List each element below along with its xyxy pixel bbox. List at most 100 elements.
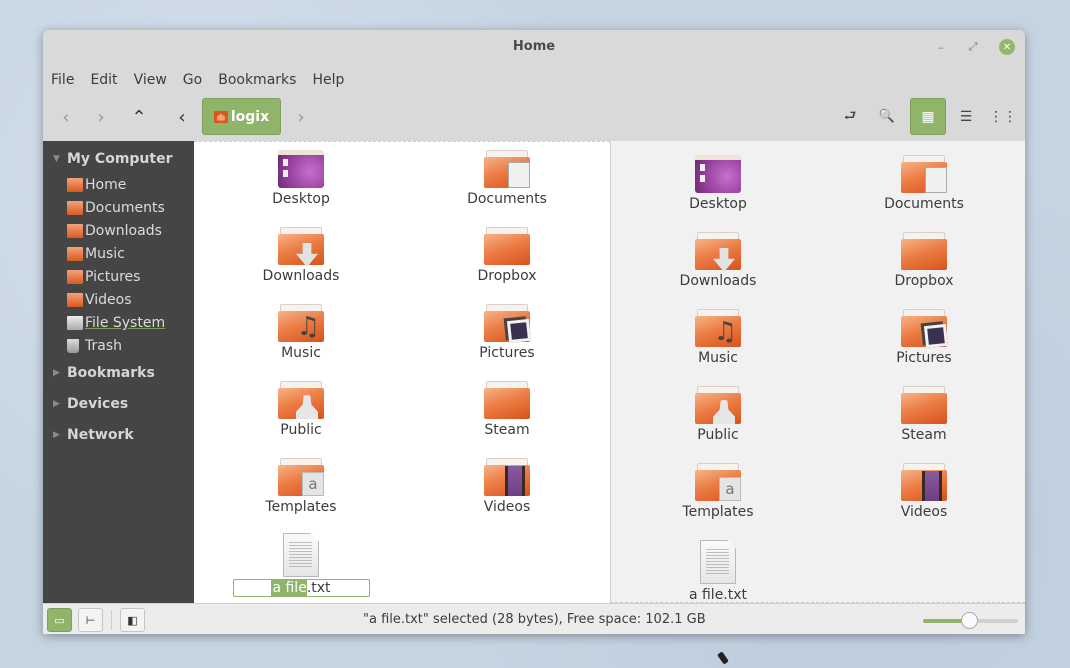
file-item[interactable]: Steam [432,381,582,438]
chevron-right-icon: › [297,106,305,128]
sidebar-item-videos[interactable]: Videos [67,290,132,310]
file-item[interactable]: ♫ Music [226,304,376,361]
menu-bookmarks[interactable]: Bookmarks [210,70,304,90]
list-view-button[interactable]: ☰ [948,98,984,135]
menu-view[interactable]: View [126,70,175,90]
file-item[interactable]: Public [643,386,793,443]
toggle-location-button[interactable]: ⮐ [832,98,868,135]
home-folder-icon [67,178,83,192]
file-item-label: Videos [900,504,948,520]
compact-list-icon: ⋮⋮ [989,108,1017,125]
sidebar-item-documents[interactable]: Documents [67,198,165,218]
path-scroll-right-button[interactable]: › [284,98,318,136]
downloads-folder-icon [67,224,83,238]
file-item[interactable]: Desktop [226,150,376,207]
text-file-icon [700,540,736,584]
file-item-label: Downloads [679,273,757,289]
file-item[interactable]: Documents [432,150,582,207]
file-item-label: Music [698,350,738,366]
dropbox-folder-icon [484,227,530,265]
menubar: File Edit View Go Bookmarks Help [43,70,352,90]
rename-input[interactable]: a file .txt [232,579,370,597]
file-item[interactable]: Downloads [643,232,793,289]
file-item[interactable]: Videos [432,458,582,515]
zoom-slider[interactable] [923,612,1018,629]
sidebar-section-network[interactable]: ▶ Network [53,427,134,443]
file-item[interactable]: Steam [849,386,999,443]
file-item[interactable]: a Templates [643,463,793,520]
template-emblem-icon: a [302,472,324,496]
file-item[interactable]: Dropbox [432,227,582,284]
file-item[interactable]: Videos [849,463,999,520]
file-item[interactable]: a file.txt [643,540,793,603]
rename-extension: .txt [306,580,331,596]
file-item[interactable]: Pictures [849,309,999,366]
left-pane[interactable]: Desktop Documents Downloads Dropbox ♫ Music Pi… [194,141,610,603]
collapsed-triangle-icon: ▶ [53,430,60,440]
file-item[interactable]: Public [226,381,376,438]
show-places-button[interactable]: ▭ [47,608,72,632]
chevron-left-icon: ‹ [62,106,70,128]
file-item-label: Public [280,422,322,438]
file-item-label: Desktop [689,196,747,212]
chevron-up-icon: ⌃ [131,106,147,128]
file-item-label: Dropbox [894,273,954,289]
menu-file[interactable]: File [43,70,82,90]
titlebar: Home – ⤢ ✕ [43,30,1025,64]
path-label: logix [230,108,270,125]
divider [111,610,112,630]
file-item[interactable]: ♫ Music [643,309,793,366]
sidebar-item-downloads[interactable]: Downloads [67,221,162,241]
file-item[interactable]: Downloads [226,227,376,284]
up-button[interactable]: ⌃ [122,98,156,136]
grid-icon: ▦ [921,108,935,125]
maximize-button[interactable]: ⤢ [965,39,981,55]
statusbar: ▭ ⊢ ◧ "a file.txt" selected (28 bytes), … [43,603,1025,634]
menu-help[interactable]: Help [304,70,352,90]
sidebar-section-devices[interactable]: ▶ Devices [53,396,128,412]
forward-button[interactable]: › [84,98,118,136]
picture-emblem-icon [506,318,532,344]
music-note-icon: ♫ [296,312,320,342]
desktop-icon [278,150,324,188]
sidebar-item-music[interactable]: Music [67,244,125,264]
path-button-home[interactable]: logix [202,98,281,135]
search-button[interactable]: 🔍 [869,98,905,135]
minimize-button[interactable]: – [933,39,949,55]
music-note-icon: ♫ [713,317,737,347]
steam-folder-icon [901,386,947,424]
sidebar-item-pictures[interactable]: Pictures [67,267,140,287]
collapsed-triangle-icon: ▶ [53,399,60,409]
right-pane[interactable]: Desktop Documents Downloads Dropbox ♫ Music Pi… [610,141,1025,603]
text-file-icon [283,533,319,577]
path-scroll-left-button[interactable]: ‹ [165,98,199,136]
back-button[interactable]: ‹ [49,98,83,136]
show-tree-button[interactable]: ⊢ [78,608,103,632]
icon-view-button[interactable]: ▦ [910,98,946,135]
zoom-slider-handle[interactable] [960,612,978,629]
sidebar-item-home[interactable]: Home [67,175,126,195]
file-item[interactable]: Documents [849,155,999,212]
file-item-label: Steam [484,422,530,438]
menu-edit[interactable]: Edit [82,70,125,90]
toggle-sidebar-button[interactable]: ◧ [120,608,145,632]
file-item[interactable]: Pictures [432,304,582,361]
file-item-label: Steam [901,427,947,443]
drive-icon [67,316,83,330]
file-item-label: Templates [265,499,337,515]
file-item-label: Music [281,345,321,361]
file-item-renaming[interactable]: a file .txt [226,533,376,597]
compact-view-button[interactable]: ⋮⋮ [985,98,1021,135]
file-item[interactable]: Dropbox [849,232,999,289]
menu-go[interactable]: Go [175,70,210,90]
close-button[interactable]: ✕ [999,39,1015,55]
sidebar-item-trash[interactable]: Trash [67,336,122,356]
file-manager-window: Home – ⤢ ✕ File Edit View Go Bookmarks H… [43,30,1025,634]
sidebar-section-bookmarks[interactable]: ▶ Bookmarks [53,365,155,381]
sidebar-item-file-system[interactable]: File System [67,313,165,333]
sidebar-section-my-computer[interactable]: ▼ My Computer [53,151,173,167]
document-emblem-icon [925,167,947,193]
file-item[interactable]: Desktop [643,155,793,212]
file-item-label: Public [697,427,739,443]
file-item[interactable]: a Templates [226,458,376,515]
